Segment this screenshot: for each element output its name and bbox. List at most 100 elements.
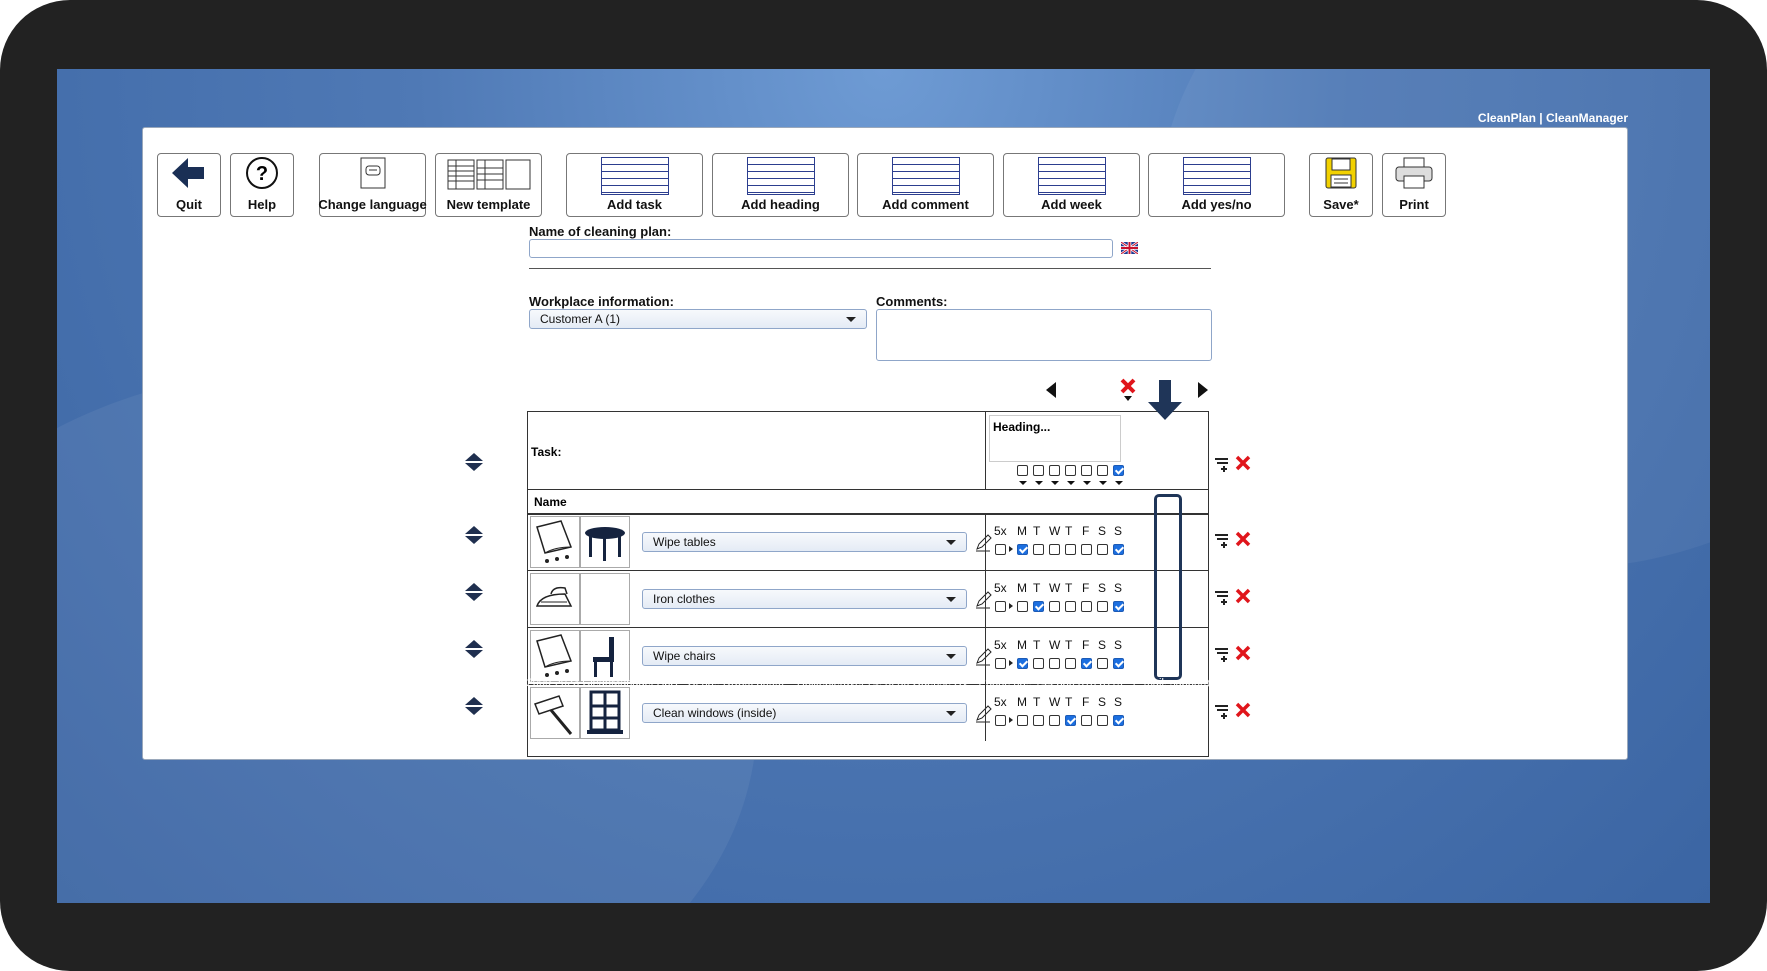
edit-row-icon[interactable]: [1214, 589, 1232, 610]
day-letter: F: [1082, 524, 1090, 538]
chevron-down-icon[interactable]: [1019, 481, 1027, 485]
uk-flag-icon[interactable]: [1120, 240, 1139, 259]
day-checkbox[interactable]: [1033, 658, 1044, 669]
task-name: Clean windows (inside): [653, 706, 777, 720]
day-checkbox[interactable]: [1017, 601, 1028, 612]
add-week-label: Add week: [1041, 197, 1102, 212]
day-checkbox[interactable]: [1049, 601, 1060, 612]
five-x-checkbox[interactable]: [995, 658, 1006, 669]
add-task-button[interactable]: Add task: [566, 153, 703, 217]
day-checkbox[interactable]: [1065, 715, 1076, 726]
chevron-down-icon[interactable]: [1115, 481, 1123, 485]
day-checkbox[interactable]: [1097, 601, 1108, 612]
column-right-arrow-icon[interactable]: [1198, 382, 1208, 403]
edit-row-icon[interactable]: [1214, 456, 1232, 477]
chevron-down-icon[interactable]: [1035, 481, 1043, 485]
day-letter: S: [1114, 524, 1123, 538]
comments-textarea[interactable]: [876, 309, 1212, 361]
add-week-button[interactable]: Add week: [1003, 153, 1140, 217]
task-image-cell[interactable]: [530, 573, 580, 625]
day-checkbox[interactable]: [1033, 601, 1044, 612]
chevron-right-icon: [1009, 660, 1013, 666]
task-select[interactable]: Wipe chairs: [642, 646, 967, 666]
day-checkbox[interactable]: [1097, 658, 1108, 669]
task-header-cell: Task:: [528, 412, 985, 489]
chevron-down-icon[interactable]: [1083, 481, 1091, 485]
delete-row-icon[interactable]: [1235, 645, 1251, 665]
day-letter: F: [1082, 581, 1090, 595]
chevron-down-icon[interactable]: [1067, 481, 1075, 485]
row-move-control[interactable]: [465, 526, 483, 544]
edit-row-icon[interactable]: [1214, 703, 1232, 724]
day-checkbox[interactable]: [1017, 544, 1028, 555]
workplace-select[interactable]: Customer A (1): [529, 309, 867, 329]
delete-row-icon[interactable]: [1235, 588, 1251, 608]
task-image-cell[interactable]: [530, 630, 580, 682]
edit-row-icon[interactable]: [1214, 532, 1232, 553]
heading-day-checkbox[interactable]: [1081, 465, 1092, 476]
heading-input[interactable]: Heading...: [989, 415, 1121, 462]
name-row-move-control[interactable]: [465, 453, 483, 471]
row-move-control[interactable]: [465, 640, 483, 658]
heading-day-checkbox[interactable]: [1033, 465, 1044, 476]
add-heading-button[interactable]: Add heading: [712, 153, 849, 217]
heading-day-checkbox[interactable]: [1049, 465, 1060, 476]
task-select[interactable]: Iron clothes: [642, 589, 967, 609]
day-checkbox[interactable]: [1113, 601, 1124, 612]
task-name: Wipe chairs: [653, 649, 716, 663]
row-move-control[interactable]: [465, 583, 483, 601]
chevron-down-icon[interactable]: [1051, 481, 1059, 485]
day-checkbox[interactable]: [1081, 715, 1092, 726]
task-image-cell[interactable]: [580, 516, 630, 568]
day-checkbox[interactable]: [1049, 544, 1060, 555]
day-checkbox[interactable]: [1065, 544, 1076, 555]
day-checkbox[interactable]: [1033, 544, 1044, 555]
day-checkbox[interactable]: [1113, 658, 1124, 669]
task-image-cell[interactable]: [580, 573, 630, 625]
help-button[interactable]: ? Help: [230, 153, 294, 217]
five-x-checkbox[interactable]: [995, 715, 1006, 726]
chevron-down-icon[interactable]: [1099, 481, 1107, 485]
heading-day-checkbox[interactable]: [1017, 465, 1028, 476]
task-image-cell[interactable]: [530, 516, 580, 568]
day-checkbox[interactable]: [1049, 715, 1060, 726]
footer-cookies-link[interactable]: Cookies on this webpage: [57, 690, 1710, 702]
day-checkbox[interactable]: [1081, 658, 1092, 669]
day-checkbox[interactable]: [1081, 601, 1092, 612]
add-yes-no-button[interactable]: Add yes/no: [1148, 153, 1285, 217]
delete-row-icon[interactable]: [1235, 702, 1251, 722]
task-select[interactable]: Wipe tables: [642, 532, 967, 552]
day-checkbox[interactable]: [1113, 544, 1124, 555]
plan-name-input[interactable]: [529, 239, 1113, 258]
day-checkbox[interactable]: [1017, 715, 1028, 726]
day-checkbox[interactable]: [1081, 544, 1092, 555]
delete-row-icon[interactable]: [1235, 531, 1251, 551]
day-checkbox[interactable]: [1033, 715, 1044, 726]
cleaning-plan-table: Task: Heading... Name Wipe tables 5x M T W T F…: [527, 411, 1209, 757]
day-checkbox[interactable]: [1097, 715, 1108, 726]
quit-button[interactable]: Quit: [157, 153, 221, 217]
heading-day-checkbox[interactable]: [1097, 465, 1108, 476]
new-template-button[interactable]: New template: [435, 153, 542, 217]
day-checkbox[interactable]: [1049, 658, 1060, 669]
heading-day-checkbox[interactable]: [1065, 465, 1076, 476]
heading-day-checkbox[interactable]: [1113, 465, 1124, 476]
five-x-checkbox[interactable]: [995, 601, 1006, 612]
edit-row-icon[interactable]: [1214, 646, 1232, 667]
day-checkbox[interactable]: [1065, 601, 1076, 612]
task-image-cell[interactable]: [580, 630, 630, 682]
task-select[interactable]: Clean windows (inside): [642, 703, 967, 723]
column-delete-icon[interactable]: [1119, 378, 1137, 407]
day-checkbox[interactable]: [1097, 544, 1108, 555]
day-checkbox[interactable]: [1017, 658, 1028, 669]
delete-row-icon[interactable]: [1235, 455, 1251, 475]
five-x-checkbox[interactable]: [995, 544, 1006, 555]
day-checkbox[interactable]: [1065, 658, 1076, 669]
add-comment-button[interactable]: Add comment: [857, 153, 994, 217]
save-button[interactable]: Save*: [1309, 153, 1373, 217]
heading-placeholder: Heading...: [993, 420, 1051, 434]
column-left-arrow-icon[interactable]: [1046, 382, 1056, 403]
day-checkbox[interactable]: [1113, 715, 1124, 726]
change-language-button[interactable]: Change language: [318, 153, 427, 217]
print-button[interactable]: Print: [1382, 153, 1446, 217]
